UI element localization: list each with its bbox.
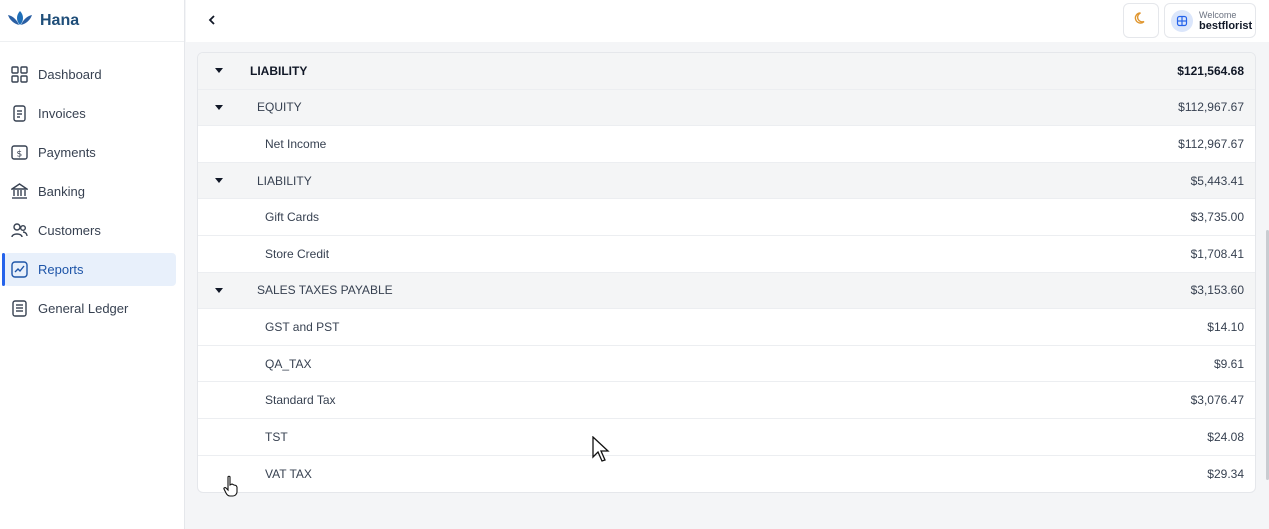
row-amount: $29.34: [1207, 466, 1244, 481]
sidebar-item-customers[interactable]: Customers: [4, 214, 176, 247]
row-label: LIABILITY: [250, 63, 308, 78]
sidebar-item-label: Invoices: [38, 106, 86, 121]
row-label: QA_TAX: [265, 356, 312, 371]
theme-toggle-button[interactable]: [1123, 3, 1159, 38]
hand-pointer-icon: [221, 475, 241, 497]
row-label: Net Income: [265, 136, 327, 151]
sidebar-item-label: Reports: [38, 262, 84, 277]
row-label: SALES TAXES PAYABLE: [257, 283, 393, 298]
report-table: LIABILITY $121,564.68 EQUITY $112,967.67…: [197, 52, 1256, 494]
row-label: Standard Tax: [265, 393, 336, 408]
row-amount: $3,735.00: [1190, 210, 1244, 225]
row-label: VAT TAX: [265, 466, 312, 481]
sidebar-item-dashboard[interactable]: Dashboard: [4, 58, 176, 91]
caret-down-icon[interactable]: [198, 287, 250, 293]
caret-down-icon[interactable]: [198, 178, 250, 184]
sidebar-item-label: Banking: [38, 184, 85, 199]
main-content: LIABILITY $121,564.68 EQUITY $112,967.67…: [186, 42, 1269, 529]
username: bestflorist: [1199, 19, 1253, 32]
sidebar-item-label: Customers: [38, 223, 101, 238]
table-row[interactable]: LIABILITY $121,564.68: [198, 53, 1255, 90]
table-row[interactable]: Store Credit $1,708.41: [198, 236, 1255, 273]
dashboard-icon: [10, 66, 28, 84]
caret-down-icon[interactable]: [198, 104, 250, 110]
customers-icon: [10, 222, 28, 240]
row-amount: $5,443.41: [1190, 173, 1244, 188]
row-amount: $9.61: [1213, 356, 1244, 371]
svg-text:$: $: [16, 150, 22, 160]
row-amount: $112,967.67: [1178, 136, 1244, 151]
row-label: Store Credit: [265, 246, 330, 261]
brand-name: Hana: [40, 11, 80, 29]
row-amount: $14.10: [1207, 319, 1244, 334]
sidebar-item-general-ledger[interactable]: General Ledger: [4, 292, 176, 325]
sidebar-item-payments[interactable]: $ Payments: [4, 136, 176, 169]
row-label: EQUITY: [257, 100, 302, 115]
moon-icon: [1134, 11, 1148, 30]
sidebar-item-reports[interactable]: Reports: [2, 253, 176, 286]
reports-icon: [10, 261, 28, 279]
table-row[interactable]: Standard Tax $3,076.47: [198, 382, 1255, 419]
chevron-left-icon[interactable]: [202, 10, 222, 30]
row-label: GST and PST: [265, 319, 340, 334]
brand[interactable]: Hana: [0, 0, 184, 42]
sidebar-nav: Dashboard Invoices $ Payments Banking Cu…: [0, 42, 184, 325]
table-row[interactable]: Gift Cards $3,735.00: [198, 199, 1255, 236]
row-label: TST: [265, 429, 288, 444]
user-info: Welcome bestflorist: [1199, 10, 1252, 32]
table-row[interactable]: TST $24.08: [198, 419, 1255, 456]
caret-down-icon[interactable]: [198, 68, 250, 74]
table-row[interactable]: VAT TAX $29.34: [198, 456, 1255, 493]
table-row[interactable]: EQUITY $112,967.67: [198, 89, 1255, 127]
welcome-text: Welcome: [1199, 9, 1237, 20]
row-label: Gift Cards: [265, 210, 320, 225]
mouse-pointer-icon: [591, 435, 611, 462]
row-amount: $3,153.60: [1190, 283, 1244, 298]
sidebar-item-label: Payments: [38, 145, 96, 160]
invoice-icon: [10, 105, 28, 123]
row-amount: $3,076.47: [1190, 393, 1244, 408]
table-row[interactable]: LIABILITY $5,443.41: [198, 162, 1255, 200]
row-amount: $112,967.67: [1178, 100, 1244, 115]
payments-icon: $: [10, 144, 28, 162]
table-row[interactable]: SALES TAXES PAYABLE $3,153.60: [198, 272, 1255, 310]
table-row[interactable]: Net Income $112,967.67: [198, 126, 1255, 163]
sidebar-item-label: Dashboard: [38, 67, 102, 82]
sidebar: Hana Dashboard Invoices $ Payments Banki…: [0, 0, 185, 529]
avatar: [1171, 9, 1193, 32]
lotus-logo-icon: [6, 9, 34, 32]
top-bar: Welcome bestflorist: [186, 0, 1269, 42]
user-menu-button[interactable]: Welcome bestflorist: [1164, 3, 1256, 38]
sidebar-item-invoices[interactable]: Invoices: [4, 97, 176, 130]
bank-icon: [10, 183, 28, 201]
sidebar-item-banking[interactable]: Banking: [4, 175, 176, 208]
row-amount: $24.08: [1207, 429, 1244, 444]
row-amount: $121,564.68: [1177, 63, 1244, 78]
ledger-icon: [10, 300, 28, 318]
row-amount: $1,708.41: [1190, 246, 1244, 261]
table-row[interactable]: QA_TAX $9.61: [198, 346, 1255, 383]
sidebar-item-label: General Ledger: [38, 301, 129, 316]
table-row[interactable]: GST and PST $14.10: [198, 309, 1255, 346]
row-label: LIABILITY: [257, 173, 312, 188]
